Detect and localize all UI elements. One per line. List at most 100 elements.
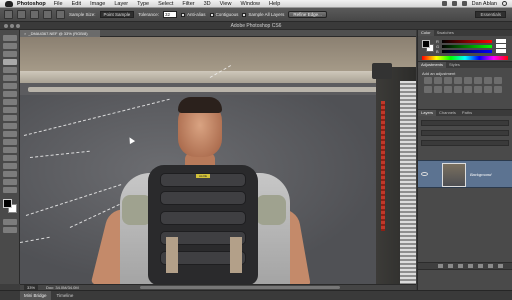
blur-tool-icon[interactable] [2,131,17,137]
menu-view[interactable]: View [220,1,232,7]
tab-layers[interactable]: Layers [418,110,437,116]
color-lookup-icon[interactable] [444,86,452,93]
tab-color[interactable]: Color [418,30,434,36]
menu-window[interactable]: Window [240,1,260,7]
lock-fill-control[interactable] [421,140,509,146]
photo-filter-icon[interactable] [424,86,432,93]
blend-mode-control[interactable] [421,130,509,136]
channel-mixer-icon[interactable] [434,86,442,93]
volume-icon[interactable] [451,1,457,6]
tab-timeline[interactable]: Timeline [53,291,78,300]
menu-app-name[interactable]: Photoshop [17,1,46,7]
add-mask-icon[interactable] [458,264,463,268]
tab-paths[interactable]: Paths [459,110,475,116]
menu-edit[interactable]: Edit [72,1,81,7]
panel-foreground-color[interactable] [422,40,430,48]
brightness-contrast-icon[interactable] [424,77,432,84]
selective-color-icon[interactable] [494,86,502,93]
hand-tool-icon[interactable] [2,179,17,185]
levels-icon[interactable] [434,77,442,84]
add-to-selection-icon[interactable] [30,10,39,19]
magic-wand-tool-icon[interactable] [4,10,13,19]
spotlight-search-icon[interactable] [502,1,507,6]
delete-layer-icon[interactable] [498,264,503,268]
user-name[interactable]: Dan Ablan [472,1,497,7]
layer-filter-control[interactable] [421,120,509,126]
color-spectrum-ramp[interactable] [422,56,508,60]
threshold-icon[interactable] [474,86,482,93]
dodge-tool-icon[interactable] [2,139,17,145]
curves-icon[interactable] [444,77,452,84]
eraser-tool-icon[interactable] [2,115,17,121]
menu-filter[interactable]: Filter [182,1,194,7]
vibrance-icon[interactable] [464,77,472,84]
zoom-tool-icon[interactable] [2,187,17,193]
minimize-window-icon[interactable] [10,24,14,28]
new-group-icon[interactable] [478,264,483,268]
lasso-tool-icon[interactable] [2,51,17,57]
tolerance-input[interactable]: 32 [163,11,178,18]
clone-stamp-tool-icon[interactable] [2,99,17,105]
move-tool-icon[interactable] [2,35,17,41]
color-swatches[interactable] [2,199,17,213]
screen-mode-icon[interactable] [2,227,17,233]
document-tab[interactable]: × _DMA4367.NEF @ 33% (RGB/8) [20,30,100,37]
brush-tool-icon[interactable] [2,91,17,97]
menu-help[interactable]: Help [269,1,280,7]
color-balance-icon[interactable] [484,77,492,84]
invert-icon[interactable] [454,86,462,93]
history-brush-tool-icon[interactable] [2,107,17,113]
hue-saturation-icon[interactable] [474,77,482,84]
new-adjustment-icon[interactable] [468,264,473,268]
quick-mask-icon[interactable] [2,219,17,225]
green-slider[interactable] [442,45,492,48]
new-selection-icon[interactable] [17,10,26,19]
wifi-icon[interactable] [441,1,447,6]
link-layers-icon[interactable] [438,264,443,268]
apple-menu-icon[interactable] [5,0,13,7]
crop-tool-icon[interactable] [2,67,17,73]
new-layer-icon[interactable] [488,264,493,268]
menu-select[interactable]: Select [158,1,173,7]
menu-layer[interactable]: Layer [114,1,128,7]
healing-brush-tool-icon[interactable] [2,83,17,89]
red-slider[interactable] [442,40,492,43]
refine-edge-button[interactable]: Refine Edge... [288,11,327,18]
layer-row[interactable]: Background [418,160,512,188]
tab-channels[interactable]: Channels [436,110,459,116]
sample-all-layers-checkbox[interactable]: Sample All Layers [242,12,284,17]
intersect-selection-icon[interactable] [56,10,65,19]
gradient-map-icon[interactable] [484,86,492,93]
magic-wand-tool-icon[interactable] [2,59,17,65]
close-window-icon[interactable] [4,24,8,28]
layer-style-icon[interactable] [448,264,453,268]
tab-adjustments[interactable]: Adjustments [418,62,447,68]
layer-name[interactable]: Background [470,172,491,177]
tab-swatches[interactable]: Swatches [434,30,457,36]
battery-icon[interactable] [461,1,467,6]
exposure-icon[interactable] [454,77,462,84]
document-canvas[interactable]: ALOE [20,37,416,284]
menu-3d[interactable]: 3D [204,1,211,7]
horizontal-scrollbar[interactable] [140,286,340,289]
workspace-switcher[interactable]: Essentials [475,11,506,18]
gradient-tool-icon[interactable] [2,123,17,129]
pen-tool-icon[interactable] [2,147,17,153]
red-value[interactable] [496,39,506,43]
menu-file[interactable]: File [54,1,63,7]
menu-image[interactable]: Image [90,1,105,7]
contiguous-checkbox[interactable]: Contiguous [209,12,238,17]
path-selection-tool-icon[interactable] [2,163,17,169]
zoom-window-icon[interactable] [16,24,20,28]
eyedropper-tool-icon[interactable] [2,75,17,81]
marquee-tool-icon[interactable] [2,43,17,49]
visibility-eye-icon[interactable] [421,172,428,176]
antialias-checkbox[interactable]: Anti-alias [181,12,206,17]
close-tab-icon[interactable]: × [24,30,26,37]
tab-styles[interactable]: Styles [446,62,463,68]
sample-size-select[interactable]: Point Sample [99,11,135,18]
green-value[interactable] [496,44,506,48]
shape-tool-icon[interactable] [2,171,17,177]
blue-value[interactable] [496,49,506,53]
type-tool-icon[interactable] [2,155,17,161]
